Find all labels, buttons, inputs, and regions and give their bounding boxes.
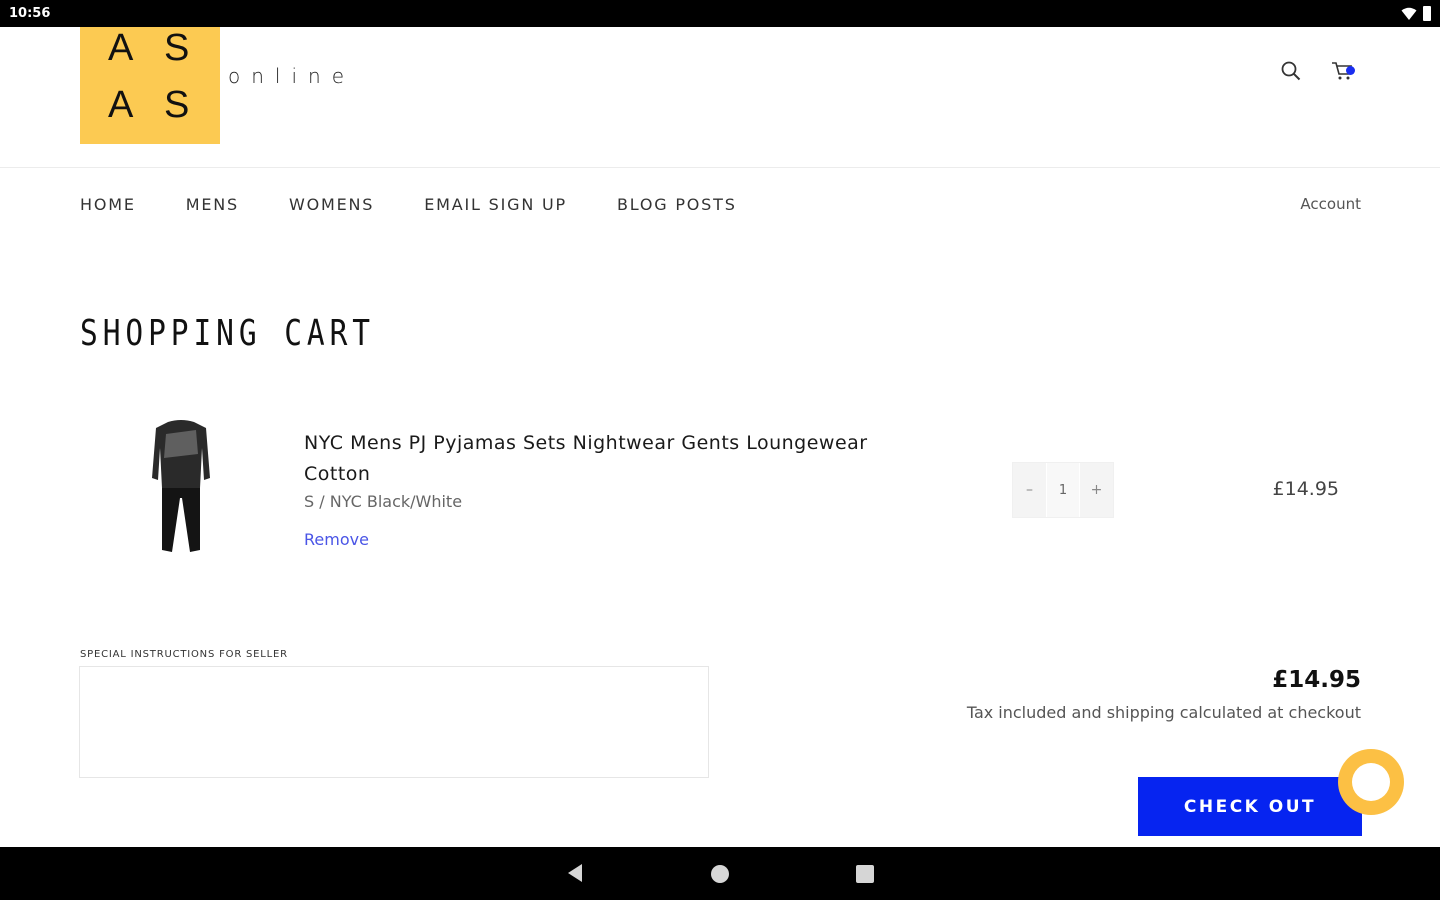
header-divider	[0, 167, 1440, 168]
home-icon[interactable]	[711, 865, 729, 883]
quantity-increment-button[interactable]: +	[1080, 463, 1113, 517]
cart-badge	[1346, 66, 1355, 75]
header-actions	[1278, 58, 1356, 84]
nav-item-email-sign-up[interactable]: EMAIL SIGN UP	[424, 195, 567, 214]
chat-icon	[1352, 763, 1390, 801]
nav-item-home[interactable]: HOME	[80, 195, 136, 214]
battery-icon	[1423, 6, 1431, 21]
search-icon	[1281, 61, 1301, 81]
logo-letter: S	[164, 27, 190, 69]
main-nav: HOME MENS WOMENS EMAIL SIGN UP BLOG POST…	[80, 195, 787, 214]
status-bar: 10:56	[0, 0, 1440, 27]
nav-item-womens[interactable]: WOMENS	[289, 195, 374, 214]
instructions-textarea[interactable]	[79, 666, 709, 778]
status-time: 10:56	[9, 6, 51, 21]
recents-icon[interactable]	[856, 865, 874, 883]
page-title: SHOPPING CART	[80, 313, 376, 354]
back-icon[interactable]	[566, 863, 584, 883]
product-title[interactable]: NYC Mens PJ Pyjamas Sets Nightwear Gents…	[304, 428, 924, 490]
wifi-icon	[1401, 7, 1417, 20]
chat-widget-button[interactable]	[1338, 749, 1404, 815]
product-image[interactable]	[146, 418, 216, 558]
logo-letter: A	[108, 84, 134, 126]
logo-subtitle: online	[228, 64, 356, 88]
nav-item-mens[interactable]: MENS	[186, 195, 239, 214]
quantity-stepper: – +	[1012, 462, 1114, 518]
quantity-input[interactable]	[1046, 463, 1080, 517]
status-icons	[1401, 6, 1431, 21]
product-variant: S / NYC Black/White	[304, 492, 463, 511]
cart-subtotal: £14.95	[1272, 667, 1361, 693]
quantity-decrement-button[interactable]: –	[1013, 463, 1046, 517]
store-logo[interactable]: A S A S	[80, 27, 220, 144]
line-item-price: £14.95	[1272, 478, 1339, 500]
tax-shipping-note: Tax included and shipping calculated at …	[966, 703, 1361, 722]
account-link[interactable]: Account	[1300, 195, 1361, 213]
instructions-label: SPECIAL INSTRUCTIONS FOR SELLER	[80, 649, 288, 660]
logo-letter: S	[164, 84, 190, 126]
remove-link[interactable]: Remove	[304, 530, 369, 549]
search-button[interactable]	[1278, 58, 1304, 84]
logo-letter: A	[108, 27, 134, 69]
checkout-button[interactable]: CHECK OUT	[1138, 777, 1362, 836]
nav-item-blog-posts[interactable]: BLOG POSTS	[617, 195, 737, 214]
cart-button[interactable]	[1330, 58, 1356, 84]
